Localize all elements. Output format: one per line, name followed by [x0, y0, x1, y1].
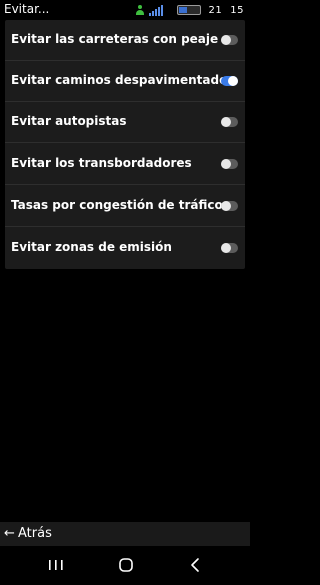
- option-label: Evitar las carreteras con peaje: [11, 32, 219, 46]
- option-row-unpaved[interactable]: Evitar caminos despavimentados: [5, 61, 245, 102]
- screen-title: Evitar...: [4, 2, 50, 16]
- back-icon[interactable]: [186, 556, 206, 574]
- toggle-switch[interactable]: [221, 201, 238, 211]
- option-label: Evitar caminos despavimentados: [11, 73, 235, 87]
- option-row-ferries[interactable]: Evitar los transbordadores: [5, 144, 245, 185]
- toggle-knob: [221, 117, 231, 127]
- toggle-switch[interactable]: [221, 243, 238, 253]
- toggle-switch[interactable]: [221, 117, 238, 127]
- option-row-emission-zones[interactable]: Evitar zonas de emisión: [5, 228, 245, 269]
- back-arrow-icon[interactable]: ←: [4, 526, 15, 541]
- toggle-knob: [228, 76, 238, 86]
- option-label: Evitar los transbordadores: [11, 156, 192, 170]
- avoid-options-list: Evitar las carreteras con peaje Evitar c…: [5, 20, 245, 269]
- option-label: Evitar zonas de emisión: [11, 240, 172, 254]
- home-icon[interactable]: [116, 556, 136, 574]
- toggle-knob: [221, 159, 231, 169]
- person-icon: [135, 4, 145, 16]
- option-row-congestion-charges[interactable]: Tasas por congestión de tráfico: [5, 186, 245, 227]
- navigation-bar: [0, 546, 250, 585]
- option-row-tolls[interactable]: Evitar las carreteras con peaje: [5, 20, 245, 61]
- toggle-switch[interactable]: [221, 159, 238, 169]
- toggle-switch[interactable]: [221, 35, 238, 45]
- signal-icon: [148, 4, 173, 16]
- status-bar: Evitar... 21 15: [0, 0, 250, 20]
- toggle-knob: [221, 243, 231, 253]
- toggle-knob: [221, 201, 231, 211]
- recents-icon[interactable]: [46, 556, 66, 574]
- toggle-switch[interactable]: [221, 76, 238, 86]
- clock-minute: 15: [230, 4, 244, 16]
- back-bar[interactable]: ← Atrás: [0, 522, 250, 546]
- status-icons: 21 15: [135, 3, 244, 17]
- option-row-highways[interactable]: Evitar autopistas: [5, 102, 245, 143]
- option-label: Evitar autopistas: [11, 114, 127, 128]
- back-button-label[interactable]: Atrás: [18, 526, 52, 541]
- toggle-knob: [221, 35, 231, 45]
- option-label: Tasas por congestión de tráfico: [11, 198, 223, 212]
- battery-icon: [176, 5, 201, 15]
- clock-hour: 21: [208, 4, 223, 16]
- clock: 21 15: [209, 5, 244, 16]
